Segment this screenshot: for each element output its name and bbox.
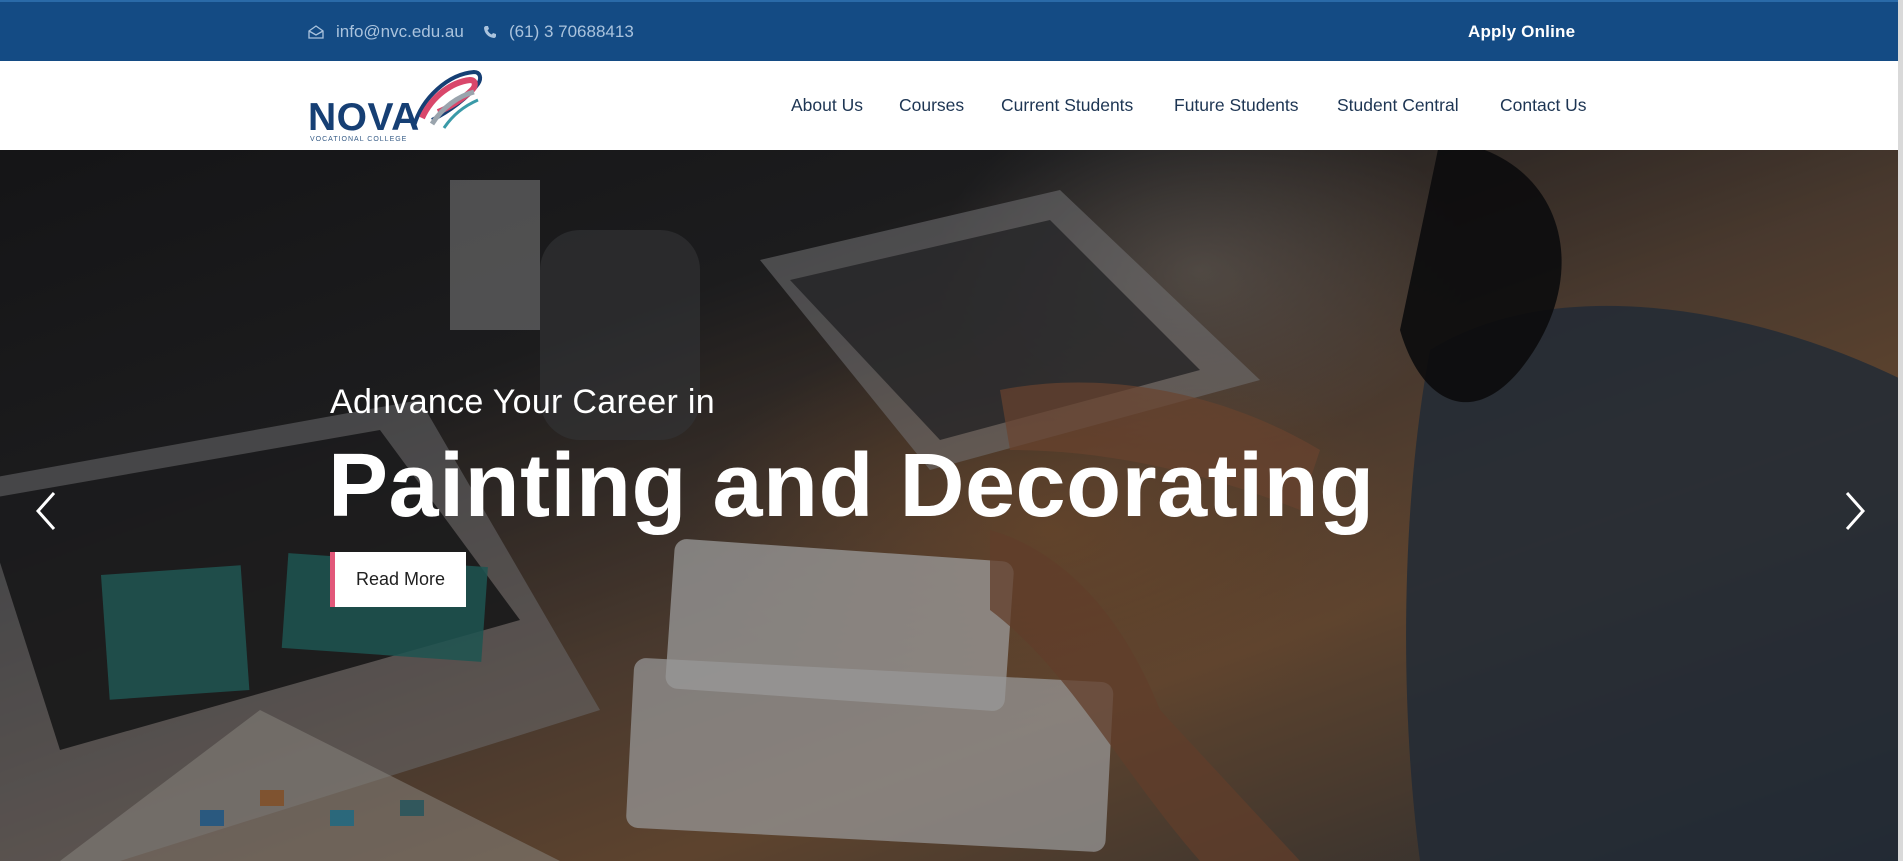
chevron-left-icon — [35, 492, 56, 530]
email-text[interactable]: info@nvc.edu.au — [336, 22, 464, 42]
nav-item-contact-us[interactable]: Contact Us — [1500, 95, 1587, 116]
nav-item-student-central[interactable]: Student Central — [1337, 95, 1459, 116]
slider-prev-button[interactable] — [26, 486, 66, 536]
apply-online-link[interactable]: Apply Online — [1468, 22, 1575, 42]
nav-item-about-us[interactable]: About Us — [791, 95, 863, 116]
contact-email[interactable]: info@nvc.edu.au — [308, 22, 464, 42]
nav-item-current-students[interactable]: Current Students — [1001, 95, 1133, 116]
phone-icon — [484, 26, 496, 38]
read-more-button[interactable]: Read More — [330, 552, 466, 607]
envelope-icon — [308, 25, 324, 39]
chevron-right-icon — [1845, 492, 1866, 530]
hero-subtitle: Adnvance Your Career in — [330, 383, 715, 421]
contact-phone[interactable]: (61) 3 70688413 — [483, 22, 634, 42]
hero-title: Painting and Decorating — [328, 436, 1375, 536]
hero-slider: Adnvance Your Career in Painting and Dec… — [0, 150, 1903, 861]
slider-next-button[interactable] — [1835, 486, 1875, 536]
logo[interactable]: NOVA VOCATIONAL COLLEGE — [308, 68, 483, 144]
nav-item-future-students[interactable]: Future Students — [1174, 95, 1299, 116]
logo-wordmark: NOVA — [308, 96, 420, 139]
phone-text[interactable]: (61) 3 70688413 — [509, 22, 634, 42]
logo-tagline: VOCATIONAL COLLEGE — [310, 136, 408, 143]
page-scrollbar[interactable] — [1898, 0, 1903, 861]
top-bar: info@nvc.edu.au (61) 3 70688413 Apply On… — [0, 0, 1903, 61]
site-header: NOVA VOCATIONAL COLLEGE About Us Courses… — [0, 61, 1903, 150]
nav-item-courses[interactable]: Courses — [899, 95, 964, 116]
